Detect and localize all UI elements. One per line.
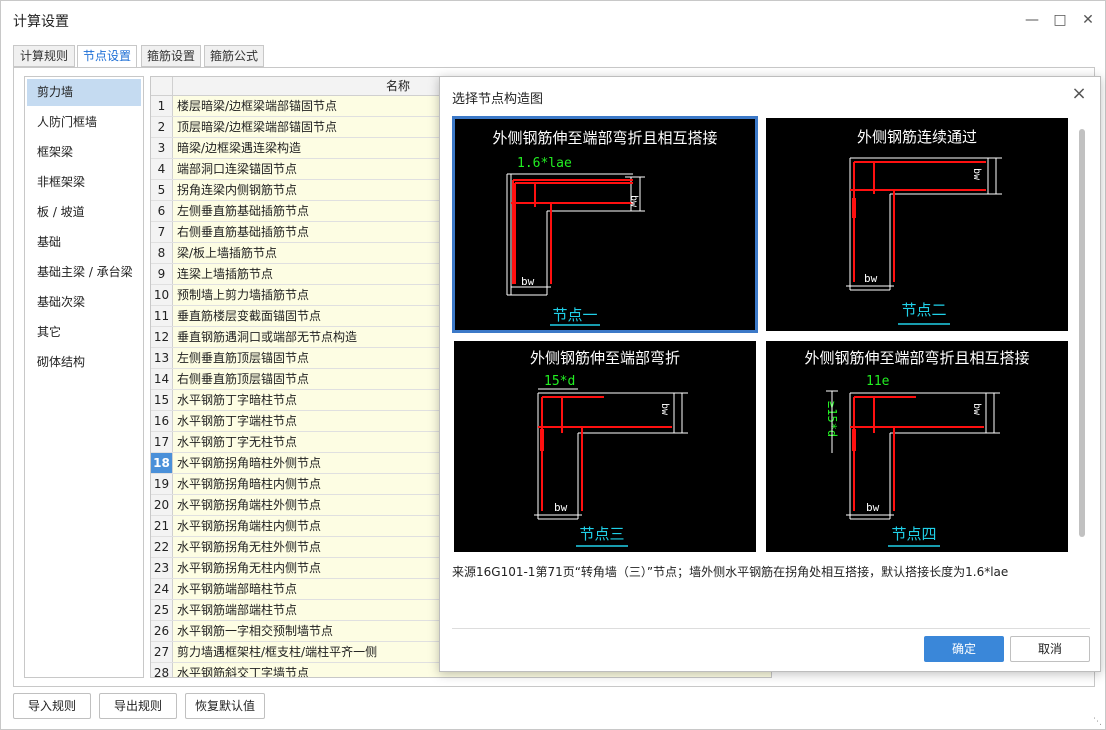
- row-number: 18: [151, 453, 173, 473]
- node-3-diagram: 外侧钢筋伸至端部弯折 15*d bw bw 节点三: [530, 350, 688, 547]
- row-number: 26: [151, 621, 173, 641]
- node-2-bw: bw: [864, 272, 878, 285]
- close-icon[interactable]: ✕: [1075, 7, 1101, 33]
- node-option-2[interactable]: 外侧钢筋连续通过 bw bw 节点二: [764, 116, 1070, 333]
- row-number: 20: [151, 495, 173, 515]
- category-frame-beam[interactable]: 框架梁: [27, 139, 141, 166]
- node-4-bw-side: bw: [971, 403, 982, 416]
- export-rules-button[interactable]: 导出规则: [99, 693, 177, 719]
- node-2-lap: [852, 198, 856, 218]
- row-number: 2: [151, 117, 173, 137]
- row-number: 1: [151, 96, 173, 116]
- node-1-diagram: 外侧钢筋伸至端部弯折且相互搭接 1.6*lae bw bw 节点一: [492, 130, 718, 326]
- node-option-1[interactable]: 外侧钢筋伸至端部弯折且相互搭接 1.6*lae bw bw 节点一: [452, 116, 758, 333]
- row-number: 22: [151, 537, 173, 557]
- node-4-rebar: [850, 396, 984, 511]
- tab-calc-rules[interactable]: 计算规则: [13, 45, 75, 67]
- row-number: 9: [151, 264, 173, 284]
- row-number: 7: [151, 222, 173, 242]
- row-number: 8: [151, 243, 173, 263]
- row-number: 16: [151, 411, 173, 431]
- category-foundation-secondary-beam[interactable]: 基础次梁: [27, 289, 141, 316]
- node-4-dim: 11e: [866, 374, 890, 389]
- row-number: 25: [151, 600, 173, 620]
- node-2-title: 外侧钢筋连续通过: [857, 129, 977, 146]
- node-1-lap: [512, 205, 516, 227]
- category-non-frame-beam[interactable]: 非框架梁: [27, 169, 141, 196]
- row-number: 5: [151, 180, 173, 200]
- dialog-divider: [452, 628, 1090, 629]
- node-4-diagram: 外侧钢筋伸至端部弯折且相互搭接 11e ≥15*d bw bw 节点四: [804, 350, 1030, 547]
- row-number: 12: [151, 327, 173, 347]
- confirm-button[interactable]: 确定: [924, 636, 1004, 662]
- node-1-title: 外侧钢筋伸至端部弯折且相互搭接: [492, 130, 717, 147]
- category-slab-ramp[interactable]: 板 / 坡道: [27, 199, 141, 226]
- window-title: 计算设置: [13, 14, 69, 30]
- dialog-scrollbar[interactable]: [1077, 117, 1087, 572]
- tab-stirrup-formula[interactable]: 箍筋公式: [204, 45, 264, 67]
- node-3-label: 节点三: [579, 526, 624, 543]
- resize-grip-icon[interactable]: ⋱: [1093, 717, 1103, 727]
- node-4-lap: [852, 429, 856, 451]
- row-number: 24: [151, 579, 173, 599]
- node-4-label: 节点四: [891, 526, 936, 543]
- node-2-label: 节点二: [901, 302, 946, 319]
- cancel-button[interactable]: 取消: [1010, 636, 1090, 662]
- row-number-header: [151, 77, 173, 96]
- node-3-lap: [540, 429, 544, 451]
- row-number: 14: [151, 369, 173, 389]
- row-number: 15: [151, 390, 173, 410]
- row-number: 3: [151, 138, 173, 158]
- category-masonry[interactable]: 砌体结构: [27, 349, 141, 376]
- node-diagram-dialog: 选择节点构造图 × 外侧钢筋伸至端部弯折且相互搭接 1.6*lae bw bw …: [439, 76, 1101, 672]
- category-shear-wall[interactable]: 剪力墙: [27, 79, 141, 106]
- calc-settings-window: 计算设置 — □ ✕ 计算规则 节点设置 箍筋设置 箍筋公式 剪力墙 人防门框墙…: [0, 0, 1106, 730]
- row-number: 4: [151, 159, 173, 179]
- node-3-bw: bw: [554, 501, 568, 514]
- row-number: 27: [151, 642, 173, 662]
- category-foundation[interactable]: 基础: [27, 229, 141, 256]
- node-1-rebar: [511, 179, 633, 284]
- row-number: 13: [151, 348, 173, 368]
- node-1-label: 节点一: [552, 307, 597, 324]
- tab-stirrup-settings[interactable]: 箍筋设置: [141, 45, 201, 67]
- node-1-bw-side: bw: [628, 195, 639, 208]
- node-option-3[interactable]: 外侧钢筋伸至端部弯折 15*d bw bw 节点三: [452, 339, 758, 554]
- tab-node-settings[interactable]: 节点设置: [77, 45, 137, 68]
- row-number: 23: [151, 558, 173, 578]
- maximize-icon[interactable]: □: [1047, 7, 1073, 33]
- node-3-rebar: [538, 396, 672, 511]
- node-2-rebar: [850, 161, 986, 282]
- row-number: 19: [151, 474, 173, 494]
- node-1-bw: bw: [521, 275, 535, 288]
- row-number: 17: [151, 432, 173, 452]
- row-number: 11: [151, 306, 173, 326]
- node-2-diagram: 外侧钢筋连续通过 bw bw 节点二: [846, 129, 1002, 325]
- minimize-icon[interactable]: —: [1019, 7, 1045, 33]
- node-4-bw: bw: [866, 501, 880, 514]
- node-description: 来源16G101-1第71页“转角墙（三）”节点；墙外侧水平钢筋在拐角处相互搭接…: [452, 565, 1009, 579]
- dialog-title: 选择节点构造图: [452, 92, 544, 107]
- node-3-dim: 15*d: [544, 374, 575, 389]
- node-option-4[interactable]: 外侧钢筋伸至端部弯折且相互搭接 11e ≥15*d bw bw 节点四: [764, 339, 1070, 554]
- row-number: 28: [151, 663, 173, 677]
- node-3-bw-side: bw: [659, 403, 670, 416]
- node-2-bw-side: bw: [971, 168, 982, 181]
- node-1-dim: 1.6*lae: [517, 156, 572, 171]
- row-number: 10: [151, 285, 173, 305]
- category-other[interactable]: 其它: [27, 319, 141, 346]
- import-rules-button[interactable]: 导入规则: [13, 693, 91, 719]
- node-3-title: 外侧钢筋伸至端部弯折: [530, 350, 680, 367]
- row-number: 21: [151, 516, 173, 536]
- category-civil-door-frame-wall[interactable]: 人防门框墙: [27, 109, 141, 136]
- node-4-title: 外侧钢筋伸至端部弯折且相互搭接: [804, 350, 1029, 367]
- dialog-close-icon[interactable]: ×: [1068, 83, 1090, 105]
- restore-defaults-button[interactable]: 恢复默认值: [185, 693, 265, 719]
- category-foundation-main-beam[interactable]: 基础主梁 / 承台梁: [27, 259, 141, 286]
- category-list: 剪力墙 人防门框墙 框架梁 非框架梁 板 / 坡道 基础 基础主梁 / 承台梁 …: [24, 76, 144, 678]
- scrollbar-thumb[interactable]: [1079, 129, 1085, 537]
- row-number: 6: [151, 201, 173, 221]
